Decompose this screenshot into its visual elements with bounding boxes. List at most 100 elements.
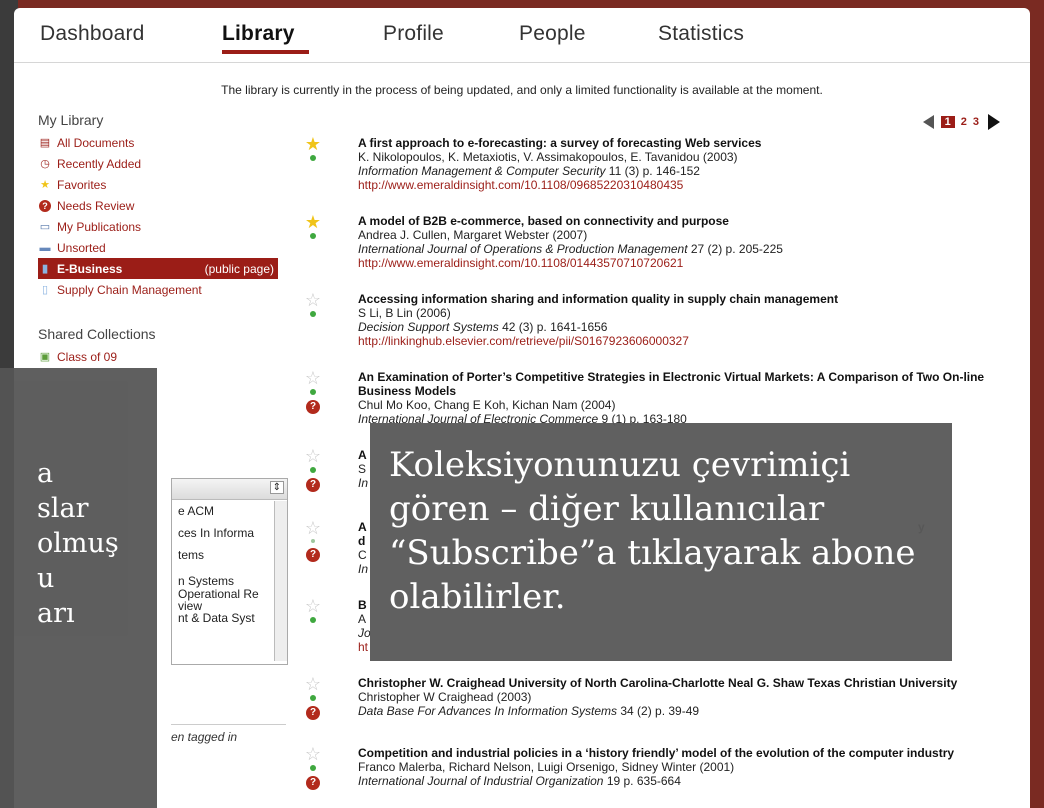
caption-line: olmuş: [37, 528, 119, 559]
document-link[interactable]: http://www.emeraldinsight.com/10.1108/09…: [358, 178, 1004, 192]
favorite-star-icon[interactable]: ☆: [304, 519, 322, 537]
tab-dashboard[interactable]: Dashboard: [40, 22, 145, 46]
book-icon: ▯: [41, 284, 49, 296]
document-details: 11 (3) p. 146-152: [605, 164, 700, 178]
document-title[interactable]: A first approach to e-forecasting: a sur…: [358, 136, 1004, 150]
caption-overlay-left: a slar olmuş u arı: [0, 368, 157, 808]
document-authors: Franco Malerba, Richard Nelson, Luigi Or…: [358, 760, 735, 774]
id-card-icon: ▭: [39, 221, 51, 233]
document-details: 19 p. 635-664: [603, 774, 681, 788]
update-notice: The library is currently in the process …: [221, 83, 823, 97]
document-authors: K. Nikolopoulos, K. Metaxiotis, V. Assim…: [358, 150, 738, 164]
document-row: ☆? Competition and industrial policies i…: [304, 745, 1004, 790]
my-library-heading: My Library: [38, 112, 104, 128]
document-row: ☆? An Examination of Porter’s Competitiv…: [304, 369, 1004, 426]
sidebar-item-class-of-09[interactable]: ▣ Class of 09: [38, 346, 278, 367]
sidebar-item-supply-chain[interactable]: ▯ Supply Chain Management: [38, 279, 278, 300]
sidebar-item-recently-added[interactable]: ◷ Recently Added: [38, 153, 278, 174]
favorite-star-icon[interactable]: ☆: [304, 597, 322, 615]
sidebar-item-e-business[interactable]: ▮ E-Business (public page): [38, 258, 278, 279]
tab-profile[interactable]: Profile: [383, 22, 444, 46]
public-page-label: (public page): [204, 261, 274, 276]
document-journal: International Journal of Industrial Orga…: [358, 774, 604, 788]
page-link[interactable]: 3: [973, 116, 979, 128]
document-journal: Decision Support Systems: [358, 320, 499, 334]
caption-text: Koleksiyonunuzu çevrimiçi gören – diğer …: [389, 445, 916, 617]
question-icon: ?: [38, 199, 52, 213]
read-status-icon: [310, 765, 316, 771]
next-page-icon[interactable]: [988, 114, 1000, 130]
document-title[interactable]: Christopher W. Craighead University of N…: [358, 676, 1004, 690]
document-authors: Chul Mo Koo, Chang E Koh, Kichan Nam (20…: [358, 398, 616, 412]
documents-icon: ▤: [39, 137, 51, 149]
prev-page-icon[interactable]: [922, 115, 934, 129]
book-icon: ▮: [41, 263, 49, 275]
favorite-star-icon[interactable]: ☆: [304, 447, 322, 465]
tab-library[interactable]: Library: [222, 22, 295, 46]
document-journal: Data Base For Advances In Information Sy…: [358, 704, 618, 718]
favorite-star-icon[interactable]: ☆: [304, 369, 322, 387]
document-details: 34 (2) p. 39-49: [617, 704, 700, 718]
tagged-text: en tagged in: [171, 730, 238, 744]
clock-icon: ◷: [40, 158, 50, 170]
document-authors: Andrea J. Cullen, Margaret Webster (2007…: [358, 228, 588, 242]
listbox-option[interactable]: ces In Informa: [172, 522, 287, 544]
sidebar-item-my-publications[interactable]: ▭ My Publications: [38, 216, 278, 237]
listbox-option[interactable]: nt & Data Syst: [172, 612, 287, 624]
favorite-star-icon[interactable]: ★: [304, 213, 322, 231]
listbox-scrollbar[interactable]: [274, 501, 287, 661]
group-icon: ▣: [39, 351, 51, 363]
shared-collections-heading: Shared Collections: [38, 326, 156, 342]
journal-select[interactable]: ⇕: [172, 479, 287, 500]
favorite-star-icon[interactable]: ☆: [304, 291, 322, 309]
pagination: 1 2 3: [922, 114, 1000, 130]
document-title[interactable]: An Examination of Porter’s Competitive S…: [358, 370, 1004, 398]
document-title[interactable]: Accessing information sharing and inform…: [358, 292, 1004, 306]
read-status-icon: [310, 467, 316, 473]
needs-review-icon: ?: [306, 478, 320, 492]
document-row: ★ A model of B2B e-commerce, based on co…: [304, 213, 1004, 270]
read-status-icon: [311, 539, 315, 543]
page-link[interactable]: 2: [961, 116, 967, 128]
top-nav: Dashboard Library Profile People Statist…: [14, 8, 1030, 63]
divider: [171, 724, 286, 725]
tab-statistics[interactable]: Statistics: [658, 22, 744, 46]
favorite-star-icon[interactable]: ☆: [304, 745, 322, 763]
sidebar-item-favorites[interactable]: ★ Favorites: [38, 174, 278, 195]
caption-line: a: [37, 458, 54, 489]
page-current[interactable]: 1: [940, 116, 955, 128]
sidebar-item-unsorted[interactable]: ▬ Unsorted: [38, 237, 278, 258]
tray-icon: ▬: [39, 241, 51, 254]
document-link[interactable]: http://www.emeraldinsight.com/10.1108/01…: [358, 256, 1004, 270]
tab-people[interactable]: People: [519, 22, 586, 46]
sidebar: My Library ▤ All Documents ◷ Recently Adde…: [38, 112, 278, 367]
listbox-option[interactable]: tems: [172, 544, 287, 566]
read-status-icon: [310, 233, 316, 239]
star-icon: ★: [40, 179, 50, 191]
caption-line: slar: [37, 493, 89, 524]
needs-review-icon: ?: [306, 776, 320, 790]
document-title[interactable]: Competition and industrial policies in a…: [358, 746, 1004, 760]
sidebar-item-all-documents[interactable]: ▤ All Documents: [38, 132, 278, 153]
main-panel: Dashboard Library Profile People Statist…: [14, 8, 1030, 808]
document-row: ☆ Accessing information sharing and info…: [304, 291, 1004, 348]
needs-review-icon: ?: [306, 706, 320, 720]
document-link[interactable]: http://linkinghub.elsevier.com/retrieve/…: [358, 334, 1004, 348]
listbox-option[interactable]: e ACM: [172, 500, 287, 522]
needs-review-icon: ?: [306, 400, 320, 414]
document-row: ☆? Christopher W. Craighead University o…: [304, 675, 1004, 720]
document-authors: Christopher W Craighead (2003): [358, 690, 532, 704]
caption-overlay-right: Koleksiyonunuzu çevrimiçi gören – diğer …: [370, 423, 952, 661]
document-details: 42 (3) p. 1641-1656: [498, 320, 608, 334]
sidebar-item-needs-review[interactable]: ? Needs Review: [38, 195, 278, 216]
journal-listbox[interactable]: ⇕ e ACM ces In Informa tems n Systems Op…: [171, 478, 288, 665]
document-authors: S Li, B Lin (2006): [358, 306, 451, 320]
listbox-option[interactable]: n Systems: [172, 574, 287, 588]
favorite-star-icon[interactable]: ★: [304, 135, 322, 153]
read-status-icon: [310, 389, 316, 395]
favorite-star-icon[interactable]: ☆: [304, 675, 322, 693]
needs-review-icon: ?: [306, 548, 320, 562]
read-status-icon: [310, 155, 316, 161]
caption-line: arı: [37, 598, 75, 629]
document-title[interactable]: A model of B2B e-commerce, based on conn…: [358, 214, 1004, 228]
